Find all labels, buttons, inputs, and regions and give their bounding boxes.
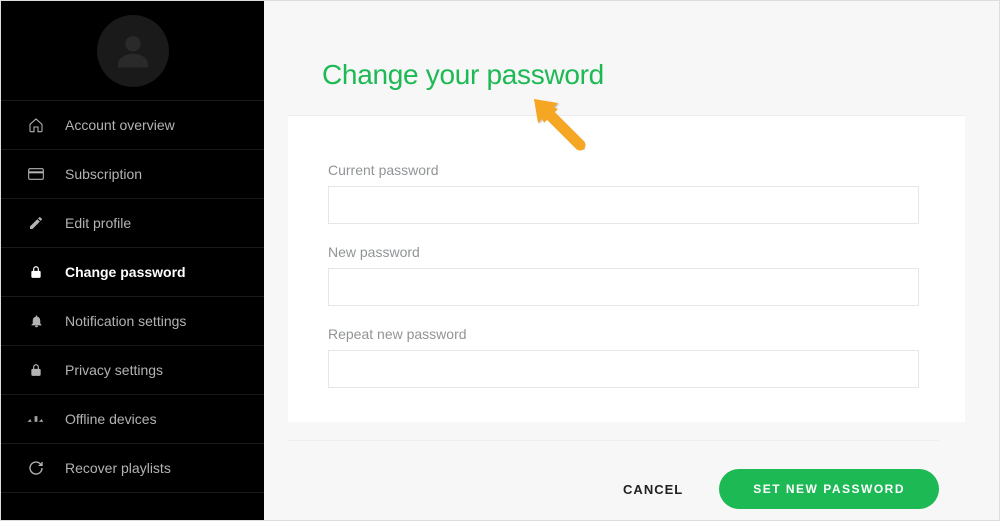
sidebar-item-privacy-settings[interactable]: Privacy settings bbox=[1, 346, 264, 395]
form-actions: CANCEL SET NEW PASSWORD bbox=[288, 441, 939, 509]
pencil-icon bbox=[27, 215, 45, 231]
sidebar-item-edit-profile[interactable]: Edit profile bbox=[1, 199, 264, 248]
sidebar-nav: Account overview Subscription Edit profi… bbox=[1, 101, 264, 493]
sidebar-item-label: Offline devices bbox=[65, 411, 157, 427]
refresh-icon bbox=[27, 460, 45, 476]
home-icon bbox=[27, 117, 45, 133]
new-password-input[interactable] bbox=[328, 268, 919, 306]
sidebar-item-subscription[interactable]: Subscription bbox=[1, 150, 264, 199]
sidebar-item-label: Recover playlists bbox=[65, 460, 171, 476]
lock-icon bbox=[27, 362, 45, 378]
sidebar-item-notification-settings[interactable]: Notification settings bbox=[1, 297, 264, 346]
app-frame: Account overview Subscription Edit profi… bbox=[0, 0, 1000, 521]
new-password-label: New password bbox=[328, 244, 919, 260]
password-form: Current password New password Repeat new… bbox=[288, 115, 965, 422]
sidebar-item-label: Notification settings bbox=[65, 313, 186, 329]
repeat-password-input[interactable] bbox=[328, 350, 919, 388]
sidebar-item-label: Subscription bbox=[65, 166, 142, 182]
avatar[interactable] bbox=[97, 15, 169, 87]
sidebar-item-change-password[interactable]: Change password bbox=[1, 248, 264, 297]
cancel-button[interactable]: CANCEL bbox=[623, 482, 683, 497]
new-password-field-group: New password bbox=[328, 244, 919, 306]
sidebar-item-label: Account overview bbox=[65, 117, 175, 133]
sidebar-item-recover-playlists[interactable]: Recover playlists bbox=[1, 444, 264, 493]
sidebar-item-label: Edit profile bbox=[65, 215, 131, 231]
sidebar-item-account-overview[interactable]: Account overview bbox=[1, 101, 264, 150]
sidebar-item-offline-devices[interactable]: Offline devices bbox=[1, 395, 264, 444]
lock-icon bbox=[27, 264, 45, 280]
bell-icon bbox=[27, 313, 45, 329]
avatar-region bbox=[1, 1, 264, 101]
devices-icon bbox=[27, 414, 45, 424]
set-new-password-button[interactable]: SET NEW PASSWORD bbox=[719, 469, 939, 509]
sidebar-item-label: Change password bbox=[65, 264, 186, 280]
avatar-placeholder-icon bbox=[111, 29, 155, 73]
current-password-field-group: Current password bbox=[328, 162, 919, 224]
card-icon bbox=[27, 168, 45, 180]
sidebar: Account overview Subscription Edit profi… bbox=[1, 1, 264, 520]
current-password-label: Current password bbox=[328, 162, 919, 178]
sidebar-item-label: Privacy settings bbox=[65, 362, 163, 378]
page-header: Change your password bbox=[264, 1, 999, 115]
page-title: Change your password bbox=[322, 59, 999, 91]
repeat-password-field-group: Repeat new password bbox=[328, 326, 919, 388]
current-password-input[interactable] bbox=[328, 186, 919, 224]
main-content: Change your password Current password Ne… bbox=[264, 1, 999, 520]
repeat-password-label: Repeat new password bbox=[328, 326, 919, 342]
